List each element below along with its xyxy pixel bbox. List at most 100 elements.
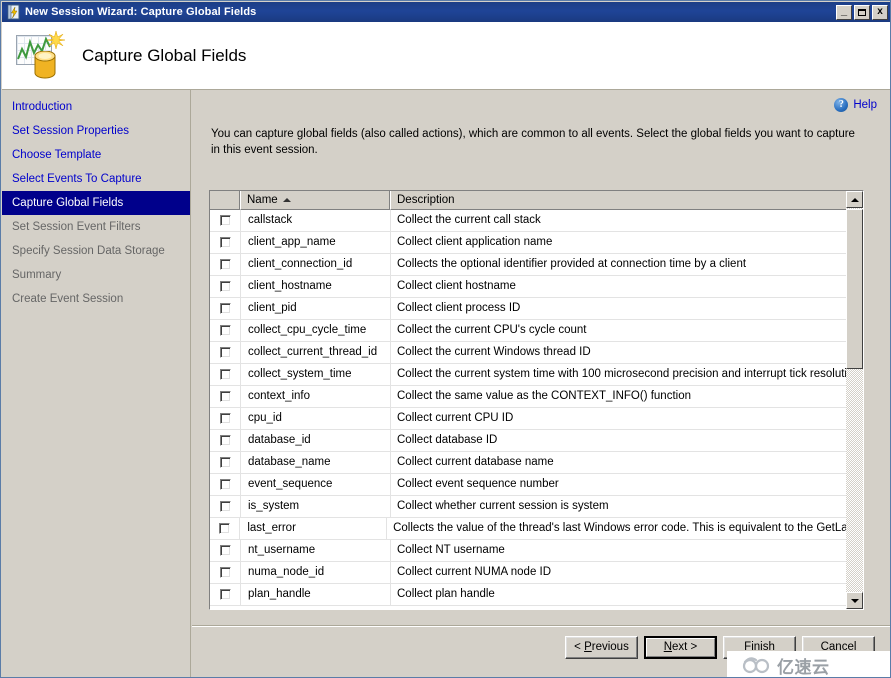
page-title: Capture Global Fields [82,45,247,65]
help-link[interactable]: ? Help [834,98,877,112]
row-name-cell: client_pid [241,298,391,319]
row-checkbox-cell[interactable] [210,342,241,363]
table-row[interactable]: nt_username Collect NT username [210,540,863,562]
row-name-cell: is_system [241,496,391,517]
row-checkbox-cell[interactable] [210,232,241,253]
row-checkbox-cell[interactable] [210,496,241,517]
column-header-name[interactable]: Name [241,191,391,210]
checkbox-icon[interactable] [219,457,231,468]
title-bar: New Session Wizard: Capture Global Field… [2,2,890,22]
checkbox-icon[interactable] [219,303,231,314]
checkbox-icon[interactable] [219,567,231,578]
table-row[interactable]: last_error Collects the value of the thre… [210,518,863,540]
sidebar-item-capture-global-fields[interactable]: Capture Global Fields [2,191,190,215]
row-name-cell: collect_cpu_cycle_time [241,320,391,341]
row-name-cell: nt_username [241,540,391,561]
column-header-checkbox[interactable] [210,191,241,210]
row-checkbox-cell[interactable] [210,562,241,583]
sidebar-item-specify-session-data-storage[interactable]: Specify Session Data Storage [2,239,190,263]
scroll-up-button[interactable] [846,191,863,208]
previous-label: < Previous [574,641,629,653]
database-cylinder-icon [34,50,56,78]
table-row[interactable]: client_hostname Collect client hostname [210,276,863,298]
row-checkbox-cell[interactable] [210,364,241,385]
row-checkbox-cell[interactable] [210,210,241,231]
row-checkbox-cell[interactable] [210,276,241,297]
close-glyph: x [877,5,883,17]
row-description-cell: Collect current CPU ID [397,412,514,424]
table-row[interactable]: callstack Collect the current call stack [210,210,863,232]
table-row[interactable]: client_app_name Collect client applicatio… [210,232,863,254]
sidebar-item-summary[interactable]: Summary [2,263,190,287]
instructions-text: You can capture global fields (also call… [211,128,855,156]
minimize-button[interactable]: _ [836,4,852,20]
scroll-down-button[interactable] [846,592,863,609]
table-row[interactable]: event_sequence Collect event sequence num… [210,474,863,496]
table-row[interactable]: is_system Collect whether current session… [210,496,863,518]
main-pane: ? Help You can capture global fields (al… [192,90,890,677]
row-checkbox-cell[interactable] [210,320,241,341]
checkbox-icon[interactable] [219,369,231,380]
row-name-cell: database_id [241,430,391,451]
table-row[interactable]: numa_node_id Collect current NUMA node ID [210,562,863,584]
row-name-cell: plan_handle [241,584,391,605]
checkbox-icon[interactable] [219,325,231,336]
row-description-cell: Collect client application name [397,236,553,248]
cloud-logo-icon [742,657,770,674]
row-checkbox-cell[interactable] [210,518,241,539]
row-checkbox-cell[interactable] [210,430,241,451]
row-checkbox-cell[interactable] [210,584,241,605]
sidebar-item-select-events-to-capture[interactable]: Select Events To Capture [2,167,190,191]
grid-vertical-scrollbar[interactable] [846,191,863,609]
column-header-description[interactable]: Description [391,191,863,210]
sidebar-item-introduction[interactable]: Introduction [2,95,190,119]
row-checkbox-cell[interactable] [210,386,241,407]
checkbox-icon[interactable] [219,435,231,446]
table-row[interactable]: plan_handle Collect plan handle [210,584,863,606]
row-name-cell: cpu_id [241,408,391,429]
checkbox-icon[interactable] [219,479,231,490]
table-row[interactable]: client_pid Collect client process ID [210,298,863,320]
table-row[interactable]: cpu_id Collect current CPU ID [210,408,863,430]
checkbox-icon[interactable] [219,545,231,556]
global-fields-grid: Name Description callstack Collect the cu… [209,190,864,610]
table-row[interactable]: context_info Collect the same value as th… [210,386,863,408]
table-row[interactable]: collect_current_thread_id Collect the cur… [210,342,863,364]
sidebar-item-create-event-session[interactable]: Create Event Session [2,287,190,311]
sidebar-item-set-session-event-filters[interactable]: Set Session Event Filters [2,215,190,239]
close-button[interactable]: x [872,4,888,20]
row-name-cell: client_connection_id [241,254,391,275]
row-checkbox-cell[interactable] [210,408,241,429]
table-row[interactable]: database_id Collect database ID [210,430,863,452]
checkbox-icon[interactable] [219,347,231,358]
checkbox-icon[interactable] [219,237,231,248]
next-button[interactable]: Next > [644,636,717,659]
new-session-wizard-window: New Session Wizard: Capture Global Field… [0,0,891,678]
row-checkbox-cell[interactable] [210,298,241,319]
maximize-button[interactable] [854,4,870,20]
table-row[interactable]: database_name Collect current database na… [210,452,863,474]
row-checkbox-cell[interactable] [210,540,241,561]
scrollbar-thumb[interactable] [846,209,863,369]
table-row[interactable]: client_connection_id Collects the optiona… [210,254,863,276]
checkbox-icon[interactable] [219,215,231,226]
row-description-cell: Collects the optional identifier provide… [397,258,747,270]
sidebar-item-set-session-properties[interactable]: Set Session Properties [2,119,190,143]
table-row[interactable]: collect_cpu_cycle_time Collect the curren… [210,320,863,342]
row-checkbox-cell[interactable] [210,452,241,473]
grid-viewport: Name Description callstack Collect the cu… [210,191,863,609]
checkbox-icon[interactable] [219,259,231,270]
row-checkbox-cell[interactable] [210,254,241,275]
table-row[interactable]: collect_system_time Collect the current s… [210,364,863,386]
checkbox-icon[interactable] [219,501,231,512]
sidebar-item-choose-template[interactable]: Choose Template [2,143,190,167]
checkbox-icon[interactable] [219,523,231,534]
checkbox-icon[interactable] [219,413,231,424]
chart-database-star-icon [14,30,68,81]
checkbox-icon[interactable] [219,391,231,402]
row-checkbox-cell[interactable] [210,474,241,495]
previous-button[interactable]: < Previous [565,636,638,659]
checkbox-icon[interactable] [219,589,231,600]
row-description-cell: Collect the current Windows thread ID [397,346,591,358]
checkbox-icon[interactable] [219,281,231,292]
